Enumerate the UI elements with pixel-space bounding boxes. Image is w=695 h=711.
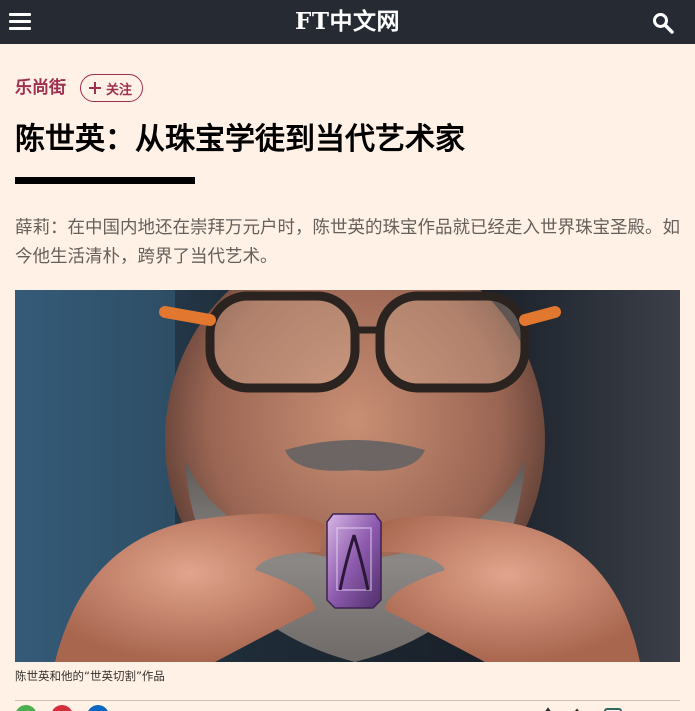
share-divider (15, 700, 680, 701)
article-headline: 陈世英：从珠宝学徒到当代艺术家 (15, 122, 465, 157)
save-icon[interactable] (568, 706, 588, 711)
article-standfirst: 薛莉：在中国内地还在崇拜万元户时，陈世英的珠宝作品就已经走入世界珠宝圣殿。如今他… (15, 218, 680, 267)
lead-photo (15, 290, 680, 662)
site-logo[interactable]: FT中文网 (0, 7, 695, 37)
channel-link[interactable]: 乐尚街 (15, 74, 66, 102)
wechat-share-icon[interactable] (15, 705, 37, 711)
comment-icon[interactable] (603, 706, 623, 711)
photo-caption: 陈世英和他的“世英切割”作品 (15, 669, 165, 683)
follow-button[interactable]: 关注 (80, 74, 144, 102)
top-nav-bar: FT中文网 (0, 0, 695, 44)
linkedin-share-icon[interactable] (87, 705, 109, 711)
search-icon[interactable] (652, 12, 674, 34)
font-size-icon[interactable] (540, 706, 560, 711)
weibo-share-icon[interactable] (51, 705, 73, 711)
channel-row: 乐尚街 关注 (15, 74, 144, 102)
follow-label: 关注 (106, 81, 133, 97)
plus-icon (89, 82, 101, 94)
headline-underline (15, 177, 195, 184)
